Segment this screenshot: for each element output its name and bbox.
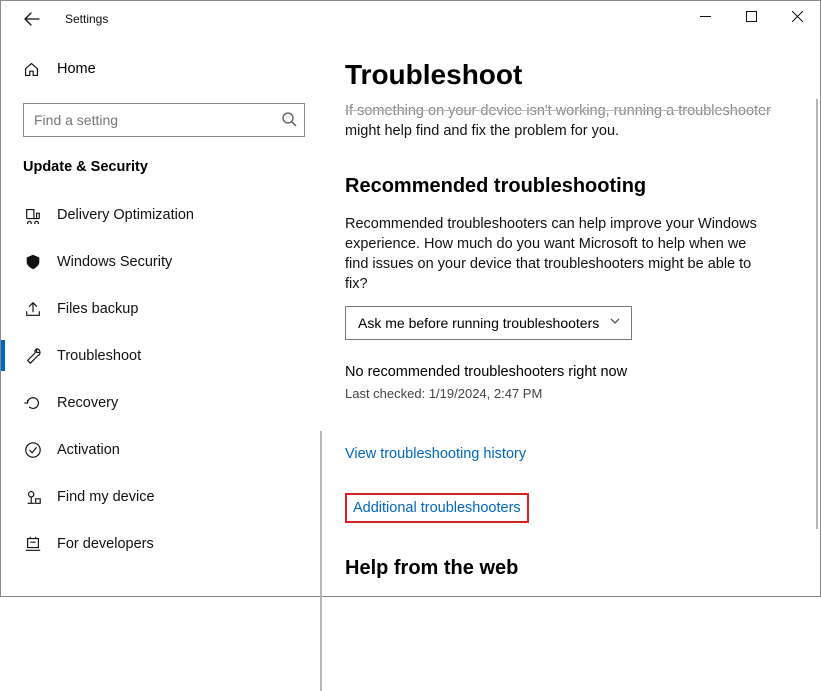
status-none: No recommended troubleshooters right now [345, 364, 806, 380]
sidebar-item-find-my-device[interactable]: Find my device [1, 473, 321, 520]
window-title: Settings [65, 12, 108, 26]
sidebar-item-windows-security[interactable]: Windows Security [1, 238, 321, 285]
nav-list: Delivery Optimization Windows Security F… [1, 191, 321, 567]
help-heading: Help from the web [345, 557, 806, 580]
intro-text: might help find and fix the problem for … [345, 121, 806, 141]
search-box[interactable] [23, 103, 305, 137]
arrow-left-icon [24, 11, 40, 27]
search-input[interactable] [23, 103, 305, 137]
check-circle-icon [23, 441, 43, 459]
sidebar-item-recovery[interactable]: Recovery [1, 379, 321, 426]
dropdown-value: Ask me before running troubleshooters [358, 315, 599, 331]
recovery-icon [23, 394, 43, 412]
last-checked: Last checked: 1/19/2024, 2:47 PM [345, 386, 806, 401]
home-icon [23, 61, 43, 78]
sidebar-item-label: For developers [57, 536, 154, 552]
developers-icon [23, 535, 43, 553]
view-history-link[interactable]: View troubleshooting history [345, 446, 526, 462]
sidebar-item-label: Delivery Optimization [57, 207, 194, 223]
home-label: Home [57, 61, 96, 77]
close-button[interactable] [774, 1, 820, 31]
search-icon [281, 111, 297, 132]
minimize-icon [700, 11, 711, 22]
sidebar-item-files-backup[interactable]: Files backup [1, 285, 321, 332]
sidebar: Home Update & Security Delivery Optimiza… [1, 37, 321, 596]
sidebar-item-label: Find my device [57, 489, 155, 505]
backup-icon [23, 300, 43, 318]
home-nav[interactable]: Home [1, 49, 321, 89]
close-icon [792, 11, 803, 22]
recommended-heading: Recommended troubleshooting [345, 175, 806, 198]
recommendation-dropdown[interactable]: Ask me before running troubleshooters [345, 306, 632, 340]
wrench-icon [23, 347, 43, 365]
shield-icon [23, 253, 43, 271]
sidebar-item-label: Windows Security [57, 254, 172, 270]
content-scrollbar[interactable] [816, 99, 818, 529]
sidebar-item-label: Troubleshoot [57, 348, 141, 364]
recommended-description: Recommended troubleshooters can help imp… [345, 214, 765, 294]
sidebar-item-for-developers[interactable]: For developers [1, 520, 321, 567]
back-button[interactable] [17, 4, 47, 34]
minimize-button[interactable] [682, 1, 728, 31]
sidebar-item-activation[interactable]: Activation [1, 426, 321, 473]
sidebar-item-delivery-optimization[interactable]: Delivery Optimization [1, 191, 321, 238]
page-title: Troubleshoot [345, 59, 806, 91]
maximize-button[interactable] [728, 1, 774, 31]
sidebar-item-label: Files backup [57, 301, 138, 317]
intro-text-cut: If something on your device isn't workin… [345, 101, 806, 121]
sidebar-item-troubleshoot[interactable]: Troubleshoot [1, 332, 321, 379]
main-content: Troubleshoot If something on your device… [321, 37, 820, 596]
chevron-down-icon [609, 314, 621, 332]
title-bar: Settings [1, 1, 820, 37]
highlight-annotation: Additional troubleshooters [345, 493, 529, 523]
maximize-icon [746, 11, 757, 22]
delivery-icon [23, 206, 43, 224]
sidebar-item-label: Recovery [57, 395, 118, 411]
sidebar-item-label: Activation [57, 442, 120, 458]
find-device-icon [23, 488, 43, 506]
category-heading: Update & Security [23, 159, 321, 175]
additional-troubleshooters-link[interactable]: Additional troubleshooters [353, 500, 521, 516]
window-controls [682, 1, 820, 31]
